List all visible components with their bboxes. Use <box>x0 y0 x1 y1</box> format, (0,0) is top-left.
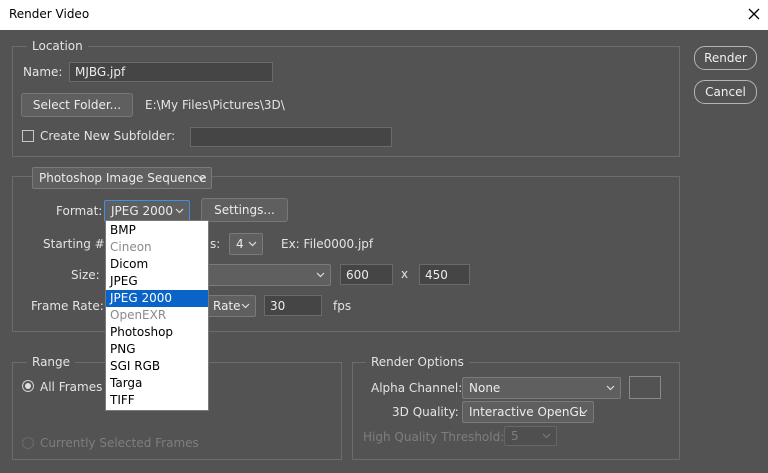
range-legend: Range <box>27 355 76 369</box>
title-bar: Render Video <box>0 0 768 30</box>
alpha-channel-value: None <box>469 381 501 395</box>
alpha-color-swatch[interactable] <box>629 376 661 399</box>
frame-rate-select[interactable]: Rate <box>206 295 256 317</box>
frame-rate-label: Frame Rate: <box>31 299 104 313</box>
select-folder-button[interactable]: Select Folder... <box>21 93 133 117</box>
name-label: Name: <box>23 65 63 79</box>
width-value: 600 <box>346 267 369 282</box>
render-button[interactable]: Render <box>694 46 757 70</box>
fps-input[interactable]: 30 <box>264 295 322 316</box>
format-option-tiff[interactable]: TIFF <box>106 392 208 409</box>
close-button[interactable] <box>743 3 765 25</box>
format-select[interactable]: JPEG 2000 <box>104 200 190 222</box>
size-separator: x <box>401 267 409 281</box>
all-frames-label: All Frames <box>40 380 103 394</box>
digits-label: s: <box>210 237 221 251</box>
3d-quality-value: Interactive OpenGL <box>469 405 586 419</box>
starting-number-label: Starting #: <box>43 237 109 251</box>
format-option-targa[interactable]: Targa <box>106 375 208 392</box>
3d-quality-label: 3D Quality: <box>392 405 459 419</box>
window-title: Render Video <box>9 7 90 21</box>
format-option-bmp[interactable]: BMP <box>106 222 208 239</box>
settings-button[interactable]: Settings... <box>201 198 288 222</box>
chevron-down-icon <box>316 272 325 278</box>
fps-unit: fps <box>333 299 352 313</box>
hq-threshold-value: 5 <box>511 429 519 443</box>
width-input[interactable]: 600 <box>340 264 393 285</box>
chevron-down-icon <box>175 208 184 214</box>
create-subfolder-checkbox[interactable] <box>22 130 34 142</box>
name-input-value: MJBG.jpf <box>75 65 126 79</box>
hq-threshold-select[interactable]: 5 <box>504 426 557 446</box>
format-option-jpeg[interactable]: JPEG <box>106 273 208 290</box>
chevron-down-icon <box>197 175 206 181</box>
3d-quality-select[interactable]: Interactive OpenGL <box>462 401 594 423</box>
cancel-button[interactable]: Cancel <box>694 80 757 104</box>
chevron-down-icon <box>579 409 588 415</box>
format-option-dicom[interactable]: Dicom <box>106 256 208 273</box>
format-select-value: JPEG 2000 <box>111 204 174 218</box>
height-input[interactable]: 450 <box>419 264 470 285</box>
digits-select-value: 4 <box>236 237 244 251</box>
size-preset-select[interactable] <box>206 264 331 286</box>
chevron-down-icon <box>542 433 551 439</box>
format-option-cineon: Cineon <box>110 240 152 254</box>
format-option-jpeg-2000[interactable]: JPEG 2000 <box>106 290 208 307</box>
format-label: Format: <box>56 204 103 218</box>
frame-rate-select-value: Rate <box>213 299 241 313</box>
format-option-sgi-rgb[interactable]: SGI RGB <box>106 358 208 375</box>
sequence-type-select[interactable]: Photoshop Image Sequence <box>32 167 212 189</box>
name-input[interactable]: MJBG.jpf <box>69 62 273 82</box>
format-option-openexr: OpenEXR <box>110 308 167 322</box>
selected-frames-label: Currently Selected Frames <box>40 436 199 450</box>
render-options-legend: Render Options <box>366 355 469 369</box>
format-option-png[interactable]: PNG <box>106 341 208 358</box>
sequence-type-value: Photoshop Image Sequence <box>39 171 207 185</box>
digits-select[interactable]: 4 <box>229 233 263 255</box>
filename-example: Ex: File0000.jpf <box>281 237 374 251</box>
fps-value: 30 <box>270 298 286 313</box>
alpha-channel-label: Alpha Channel: <box>371 381 463 395</box>
create-subfolder-label: Create New Subfolder: <box>40 129 176 143</box>
radio-dot <box>25 383 31 389</box>
chevron-down-icon <box>248 241 257 247</box>
size-label: Size: <box>71 268 100 282</box>
all-frames-radio[interactable] <box>22 380 34 392</box>
chevron-down-icon <box>241 303 250 309</box>
format-option-photoshop[interactable]: Photoshop <box>106 324 208 341</box>
location-legend: Location <box>27 39 88 53</box>
chevron-down-icon <box>606 385 615 391</box>
subfolder-input[interactable] <box>190 127 392 147</box>
alpha-channel-select[interactable]: None <box>462 377 621 399</box>
close-icon <box>748 8 760 20</box>
folder-path: E:\My Files\Pictures\3D\ <box>145 98 285 112</box>
height-value: 450 <box>425 267 448 282</box>
selected-frames-radio[interactable] <box>22 437 34 449</box>
hq-threshold-label: High Quality Threshold: <box>363 430 505 444</box>
format-dropdown-list: BMP Cineon Dicom JPEG JPEG 2000 OpenEXR … <box>105 220 209 411</box>
